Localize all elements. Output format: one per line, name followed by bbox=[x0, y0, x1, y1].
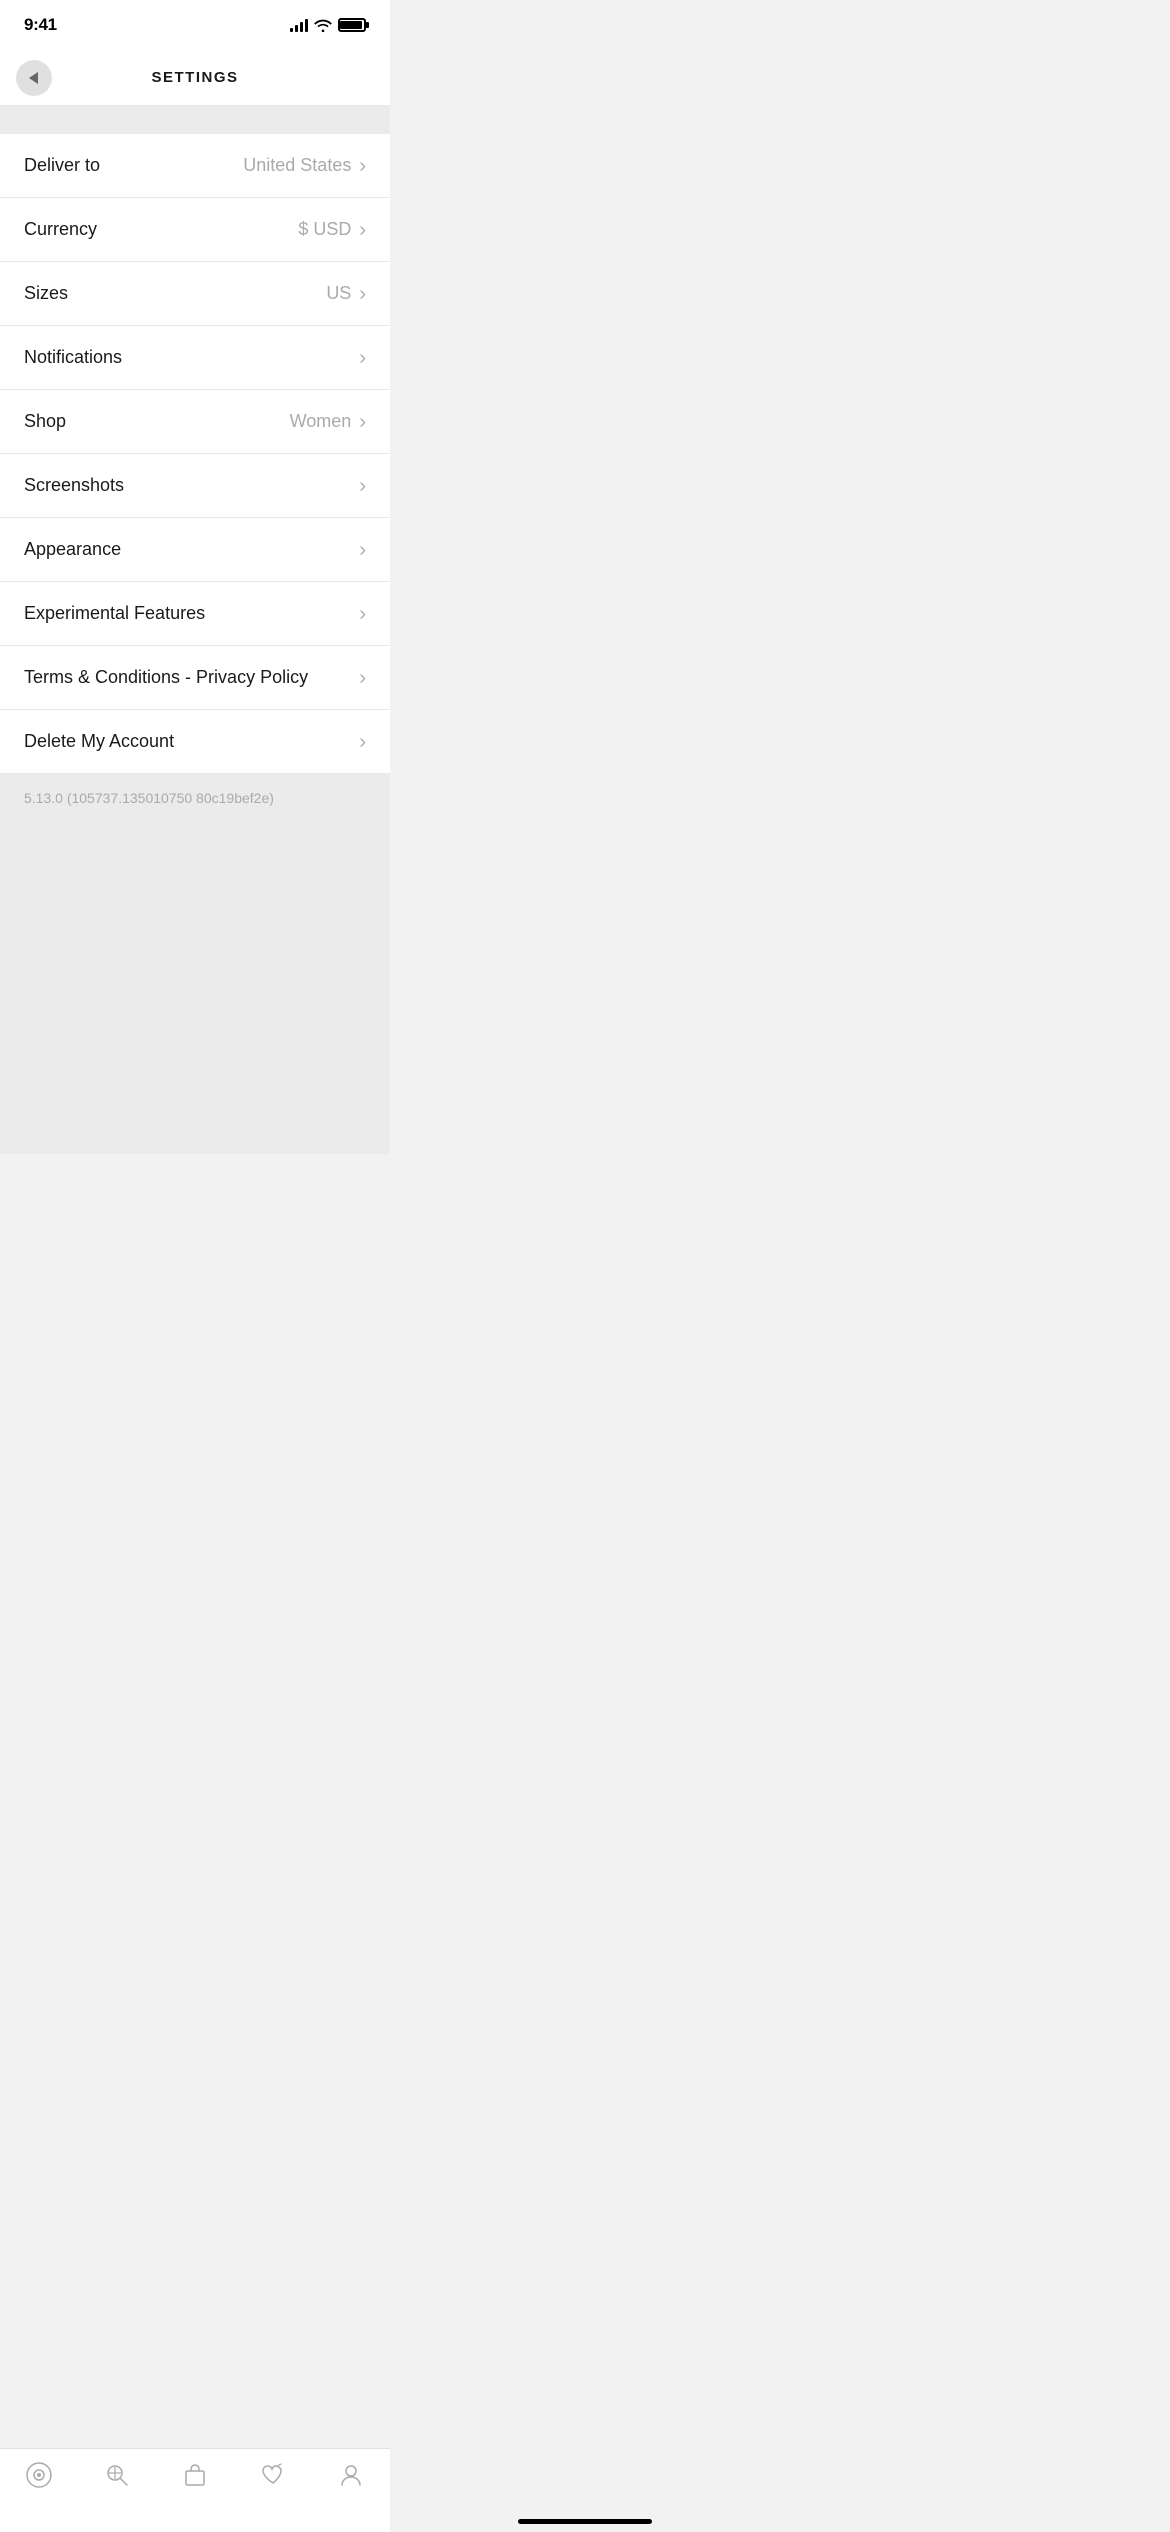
back-arrow-icon bbox=[29, 72, 38, 84]
chevron-icon: › bbox=[359, 284, 366, 304]
shop-right: Women › bbox=[290, 411, 366, 432]
search-icon bbox=[103, 2461, 131, 2489]
version-info: 5.13.0 (105737.135010750 80c19bef2e) bbox=[0, 774, 390, 854]
shop-value: Women bbox=[290, 411, 352, 432]
status-icons bbox=[290, 18, 366, 32]
notifications-label: Notifications bbox=[24, 347, 122, 368]
section-divider-top bbox=[0, 106, 390, 134]
chevron-icon: › bbox=[359, 412, 366, 432]
chevron-icon: › bbox=[359, 156, 366, 176]
sizes-label: Sizes bbox=[24, 283, 68, 304]
settings-item-currency[interactable]: Currency $ USD › bbox=[0, 198, 390, 262]
delete-account-right: › bbox=[359, 732, 366, 752]
chevron-icon: › bbox=[359, 476, 366, 496]
settings-item-deliver-to[interactable]: Deliver to United States › bbox=[0, 134, 390, 198]
tab-bag[interactable] bbox=[165, 2461, 225, 2489]
deliver-to-right: United States › bbox=[243, 155, 366, 176]
tab-profile[interactable] bbox=[321, 2461, 381, 2489]
settings-item-experimental[interactable]: Experimental Features › bbox=[0, 582, 390, 646]
deliver-to-label: Deliver to bbox=[24, 155, 100, 176]
currency-label: Currency bbox=[24, 219, 97, 240]
chevron-icon: › bbox=[359, 540, 366, 560]
battery-icon bbox=[338, 18, 366, 32]
settings-item-notifications[interactable]: Notifications › bbox=[0, 326, 390, 390]
chevron-icon: › bbox=[359, 220, 366, 240]
currency-value: $ USD bbox=[298, 219, 351, 240]
chevron-icon: › bbox=[359, 732, 366, 752]
bag-icon bbox=[181, 2461, 209, 2489]
appearance-right: › bbox=[359, 540, 366, 560]
settings-item-sizes[interactable]: Sizes US › bbox=[0, 262, 390, 326]
screenshots-label: Screenshots bbox=[24, 475, 124, 496]
tab-bar bbox=[0, 2448, 390, 2532]
profile-icon bbox=[337, 2461, 365, 2489]
terms-label: Terms & Conditions - Privacy Policy bbox=[24, 667, 308, 688]
settings-item-terms[interactable]: Terms & Conditions - Privacy Policy › bbox=[0, 646, 390, 710]
settings-item-appearance[interactable]: Appearance › bbox=[0, 518, 390, 582]
screenshots-right: › bbox=[359, 476, 366, 496]
page-title: SETTINGS bbox=[151, 69, 238, 86]
status-time: 9:41 bbox=[24, 15, 57, 35]
delete-account-label: Delete My Account bbox=[24, 731, 174, 752]
experimental-label: Experimental Features bbox=[24, 603, 205, 624]
bottom-fill bbox=[0, 854, 390, 1154]
appearance-label: Appearance bbox=[24, 539, 121, 560]
settings-item-screenshots[interactable]: Screenshots › bbox=[0, 454, 390, 518]
notifications-right: › bbox=[359, 348, 366, 368]
signal-icon bbox=[290, 18, 308, 32]
wifi-icon bbox=[314, 19, 332, 32]
shop-label: Shop bbox=[24, 411, 66, 432]
settings-list: Deliver to United States › Currency $ US… bbox=[0, 134, 390, 774]
chevron-icon: › bbox=[359, 348, 366, 368]
tab-search[interactable] bbox=[87, 2461, 147, 2489]
terms-right: › bbox=[359, 668, 366, 688]
nav-header: SETTINGS bbox=[0, 50, 390, 106]
chevron-icon: › bbox=[359, 668, 366, 688]
currency-right: $ USD › bbox=[298, 219, 366, 240]
tab-wishlist[interactable] bbox=[243, 2461, 303, 2489]
tab-account[interactable] bbox=[9, 2461, 69, 2489]
settings-item-delete-account[interactable]: Delete My Account › bbox=[0, 710, 390, 774]
home-indicator bbox=[518, 2519, 652, 2524]
account-icon bbox=[25, 2461, 53, 2489]
sizes-value: US bbox=[326, 283, 351, 304]
deliver-to-value: United States bbox=[243, 155, 351, 176]
experimental-right: › bbox=[359, 604, 366, 624]
chevron-icon: › bbox=[359, 604, 366, 624]
status-bar: 9:41 bbox=[0, 0, 390, 50]
back-button[interactable] bbox=[16, 60, 52, 96]
settings-item-shop[interactable]: Shop Women › bbox=[0, 390, 390, 454]
wishlist-icon bbox=[259, 2461, 287, 2489]
sizes-right: US › bbox=[326, 283, 366, 304]
version-text: 5.13.0 (105737.135010750 80c19bef2e) bbox=[24, 790, 274, 806]
